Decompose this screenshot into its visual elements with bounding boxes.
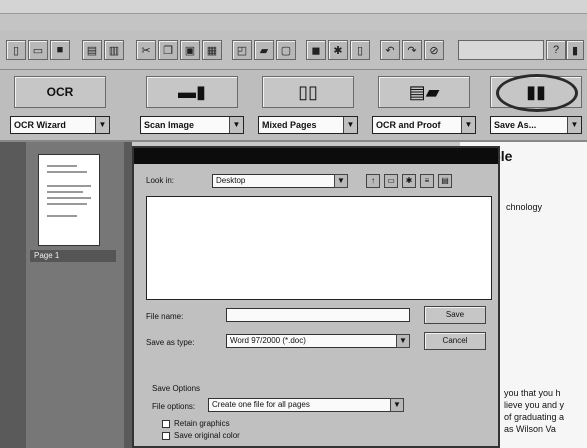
save-as-combo[interactable]: Save As... ▼ bbox=[490, 116, 582, 134]
mixed-pages-combo-label: Mixed Pages bbox=[262, 120, 317, 130]
text-zone-icon[interactable]: ▢ bbox=[276, 40, 296, 60]
ocr-proof-combo[interactable]: OCR and Proof ▼ bbox=[372, 116, 476, 134]
dialog-titlebar bbox=[134, 148, 498, 164]
thumbnail-text-line bbox=[47, 165, 77, 167]
scan-icon[interactable]: ▤ bbox=[82, 40, 102, 60]
chevron-down-icon[interactable]: ▼ bbox=[396, 334, 410, 348]
help-icon[interactable]: ? bbox=[546, 40, 566, 60]
save-button[interactable]: Save bbox=[424, 306, 486, 324]
thumbnail-text-line bbox=[47, 191, 83, 193]
view-icon[interactable]: ◼ bbox=[306, 40, 326, 60]
pages-icon: ▯▯ bbox=[298, 81, 318, 102]
look-in-select[interactable]: Desktop bbox=[212, 174, 346, 188]
scan-image-combo-label: Scan Image bbox=[144, 120, 195, 130]
page-thumbnail[interactable] bbox=[38, 154, 100, 246]
rotate-icon[interactable]: ▯ bbox=[350, 40, 370, 60]
paste-icon[interactable]: ▣ bbox=[180, 40, 200, 60]
thumbnail-text-line bbox=[47, 203, 87, 205]
menu-bar[interactable] bbox=[0, 14, 587, 30]
file-options-value: Create one file for all pages bbox=[212, 400, 310, 409]
cut-icon[interactable]: ✂ bbox=[136, 40, 156, 60]
save-options-label: Save Options bbox=[152, 384, 201, 393]
pages-button[interactable]: ▯▯ bbox=[262, 76, 354, 108]
save-type-label: Save as type: bbox=[146, 338, 195, 347]
file-options-label: File options: bbox=[152, 402, 196, 411]
bookmark-icon[interactable]: ▮ bbox=[566, 40, 584, 60]
undo-icon[interactable]: ↶ bbox=[380, 40, 400, 60]
ocr-wizard-combo[interactable]: OCR Wizard ▼ bbox=[10, 116, 110, 134]
save-color-label: Save original color bbox=[174, 431, 240, 440]
ocr-button-label: OCR bbox=[46, 85, 74, 99]
pointer-icon[interactable]: ▰ bbox=[254, 40, 274, 60]
zoom-icon[interactable]: ◰ bbox=[232, 40, 252, 60]
filename-input[interactable] bbox=[226, 308, 410, 322]
open-icon[interactable]: ▭ bbox=[28, 40, 48, 60]
proof-icon: ▤▰ bbox=[408, 81, 440, 102]
chevron-down-icon[interactable]: ▼ bbox=[95, 117, 109, 133]
save-as-combo-label: Save As... bbox=[494, 120, 537, 130]
scan-button[interactable]: ▬▮ bbox=[146, 76, 238, 108]
document-line: lieve you and y bbox=[504, 400, 565, 410]
save-color-checkbox[interactable] bbox=[162, 432, 170, 440]
retain-graphics-checkbox[interactable] bbox=[162, 420, 170, 428]
file-options-select[interactable]: Create one file for all pages bbox=[208, 398, 404, 412]
chevron-down-icon[interactable]: ▼ bbox=[390, 398, 404, 412]
chevron-down-icon[interactable]: ▼ bbox=[461, 117, 475, 133]
thumbnail-label: Page 1 bbox=[30, 250, 116, 262]
save-type-value: Word 97/2000 (*.doc) bbox=[230, 336, 306, 345]
look-in-value: Desktop bbox=[216, 176, 246, 185]
clear-icon[interactable]: ▦ bbox=[202, 40, 222, 60]
ocr-proof-button[interactable]: ▤▰ bbox=[378, 76, 470, 108]
highlight-circle bbox=[496, 74, 578, 112]
thumbnail-text-line bbox=[47, 171, 87, 173]
thumbnail-text-line bbox=[47, 185, 91, 187]
chevron-down-icon[interactable]: ▼ bbox=[334, 174, 348, 188]
look-in-label: Look in: bbox=[146, 176, 175, 185]
up-folder-icon[interactable]: ↑ bbox=[366, 174, 380, 188]
thumbnail-text-line bbox=[47, 197, 91, 199]
stop-icon[interactable]: ⊘ bbox=[424, 40, 444, 60]
scanner-icon: ▬▮ bbox=[178, 81, 206, 102]
filename-label: File name: bbox=[146, 312, 184, 321]
window-titlebar bbox=[0, 0, 587, 14]
file-list[interactable] bbox=[146, 196, 492, 300]
ocr-wizard-combo-label: OCR Wizard bbox=[14, 120, 66, 130]
chevron-down-icon[interactable]: ▼ bbox=[343, 117, 357, 133]
zoom-field[interactable] bbox=[458, 40, 544, 60]
new-folder-icon[interactable]: ✱ bbox=[402, 174, 416, 188]
chevron-down-icon[interactable]: ▼ bbox=[567, 117, 581, 133]
scan-image-combo[interactable]: Scan Image ▼ bbox=[140, 116, 244, 134]
print-icon[interactable]: ▥ bbox=[104, 40, 124, 60]
copy-icon[interactable]: ❐ bbox=[158, 40, 178, 60]
standard-toolbar: ▯ ▭ ■ ▤ ▥ ✂ ❐ ▣ ▦ ◰ ▰ ▢ ◼ ✱ ▯ ↶ ↷ ⊘ ? ▮ bbox=[0, 30, 587, 70]
new-icon[interactable]: ▯ bbox=[6, 40, 26, 60]
chevron-down-icon[interactable]: ▼ bbox=[229, 117, 243, 133]
thumbnail-text-line bbox=[47, 215, 77, 217]
mixed-pages-combo[interactable]: Mixed Pages ▼ bbox=[258, 116, 358, 134]
document-line: you that you h bbox=[504, 388, 561, 398]
ocr-toolbar: OCR ▬▮ ▯▯ ▤▰ ▮▮ OCR Wizard ▼ Scan Image … bbox=[0, 70, 587, 142]
save-icon[interactable]: ■ bbox=[50, 40, 70, 60]
save-as-dialog: Look in: Desktop ▼ ↑ ▭ ✱ ≡ ▤ File name: … bbox=[132, 146, 500, 448]
retain-graphics-label: Retain graphics bbox=[174, 419, 230, 428]
cancel-button[interactable]: Cancel bbox=[424, 332, 486, 350]
save-type-select[interactable]: Word 97/2000 (*.doc) bbox=[226, 334, 410, 348]
document-line: chnology bbox=[506, 202, 543, 212]
ocr-button[interactable]: OCR bbox=[14, 76, 106, 108]
document-line: of graduating a bbox=[504, 412, 565, 422]
settings-icon[interactable]: ✱ bbox=[328, 40, 348, 60]
details-view-icon[interactable]: ▤ bbox=[438, 174, 452, 188]
list-view-icon[interactable]: ≡ bbox=[420, 174, 434, 188]
redo-icon[interactable]: ↷ bbox=[402, 40, 422, 60]
desktop-icon[interactable]: ▭ bbox=[384, 174, 398, 188]
document-line: as Wilson Va bbox=[504, 424, 556, 434]
ocr-proof-combo-label: OCR and Proof bbox=[376, 120, 441, 130]
